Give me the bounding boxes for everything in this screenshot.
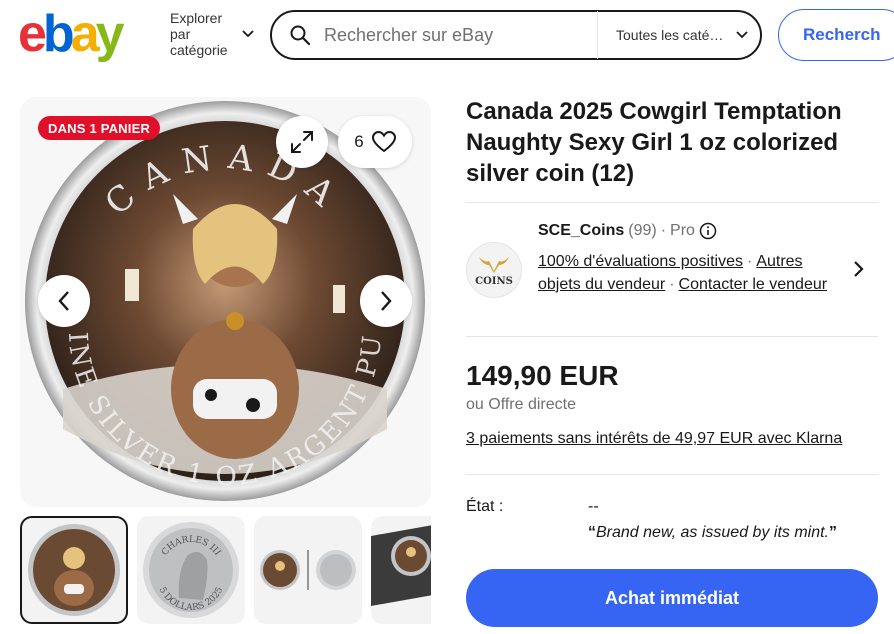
logo-letter-e: e <box>18 5 47 63</box>
separator-dot: · <box>746 253 753 270</box>
listing-title: Canada 2025 Cowgirl Temptation Naughty S… <box>466 98 842 187</box>
seller-name-row: SCE_Coins (99) · Pro <box>538 222 717 240</box>
condition-value: -- <box>588 498 599 515</box>
expand-icon <box>291 131 313 153</box>
thumbnail-two-coins <box>260 550 356 590</box>
watch-count: 6 <box>354 132 364 151</box>
bull-icon <box>479 257 509 273</box>
divider <box>466 336 878 337</box>
chevron-right-icon <box>381 291 392 311</box>
seller-pro-label: Pro <box>670 222 695 239</box>
logo-letter-b: b <box>42 5 75 63</box>
logo-letter-a: a <box>70 5 100 63</box>
open-quote: “ <box>588 524 596 541</box>
seller-logo-text: COINS <box>475 276 513 287</box>
chevron-right-icon[interactable] <box>852 258 866 280</box>
separator-dot: · <box>660 222 667 239</box>
category-select-label: Toutes les caté… <box>616 27 724 43</box>
price: 149,90 EUR <box>466 360 619 391</box>
seller-name[interactable]: SCE_Coins <box>538 222 624 240</box>
condition-description: “Brand new, as issued by its mint.” <box>588 524 837 542</box>
search-input[interactable]: Rechercher sur eBay <box>324 25 597 46</box>
chevron-down-icon <box>242 30 254 38</box>
next-image-button[interactable] <box>360 275 412 327</box>
info-icon[interactable] <box>699 222 717 240</box>
expand-button[interactable] <box>276 116 328 168</box>
klarna-link[interactable]: 3 paiements sans intérêts de 49,97 EUR a… <box>466 430 842 448</box>
seller-links: 100% d'évaluations positives · Autres obje… <box>538 250 838 296</box>
thumbnail-coin-colorized <box>28 524 120 616</box>
chevron-down-icon <box>736 31 748 39</box>
seller-avatar[interactable]: COINS <box>466 242 522 298</box>
thumbnail-3[interactable] <box>254 516 362 624</box>
seller-feedback-count: (99) <box>628 222 657 239</box>
close-quote: ” <box>829 524 837 541</box>
thumbnail-coin-silver: CHARLES III 5 DOLLARS 2025 <box>143 522 239 618</box>
ebay-logo[interactable]: ebay <box>18 5 154 63</box>
contact-seller-link[interactable]: Contacter le vendeur <box>679 276 828 293</box>
heart-icon <box>371 131 396 153</box>
divider <box>466 474 878 475</box>
search-button[interactable]: Recherch <box>778 9 894 61</box>
explore-by-category-button[interactable]: Explorer par catégorie <box>170 10 260 58</box>
buy-now-button[interactable]: Achat immédiat <box>466 569 878 627</box>
category-select[interactable]: Toutes les caté… <box>598 12 760 58</box>
thumbnail-coin-box <box>371 516 431 606</box>
positive-feedback-link[interactable]: 100% d'évaluations positives <box>538 253 743 270</box>
thumbnail-strip: CHARLES III 5 DOLLARS 2025 <box>20 516 431 624</box>
logo-letter-y: y <box>95 5 125 63</box>
explore-label: Explorer par catégorie <box>170 10 228 58</box>
thumbnail-1[interactable] <box>20 516 128 624</box>
thumbnail-2[interactable]: CHARLES III 5 DOLLARS 2025 <box>137 516 245 624</box>
thumbnail-4[interactable] <box>371 516 431 624</box>
separator-dot: · <box>669 276 675 293</box>
condition-label: État : <box>466 498 504 515</box>
search-bar: Rechercher sur eBay Toutes les caté… <box>270 10 762 60</box>
search-icon <box>290 25 311 46</box>
condition-description-text: Brand new, as issued by its mint. <box>596 524 829 541</box>
watch-button[interactable]: 6 <box>338 116 412 168</box>
best-offer-text: ou Offre directe <box>466 396 576 413</box>
divider <box>466 202 878 203</box>
chevron-left-icon <box>58 291 69 311</box>
cart-badge: DANS 1 PANIER <box>38 116 161 140</box>
previous-image-button[interactable] <box>38 275 90 327</box>
